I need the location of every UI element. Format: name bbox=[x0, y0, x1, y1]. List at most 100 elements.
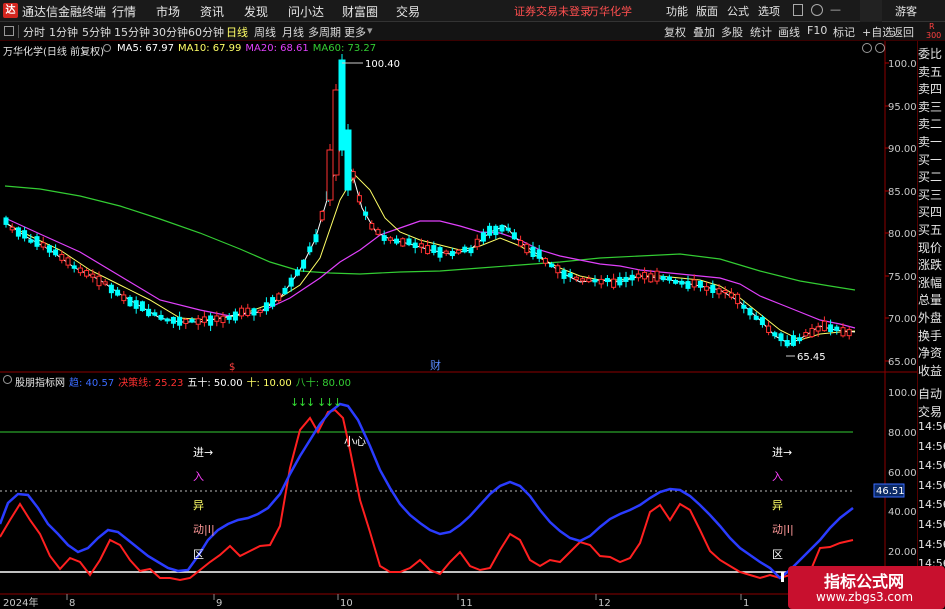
stock-name-link[interactable]: 万华化学 bbox=[588, 3, 632, 19]
menu-ask[interactable]: 问小达 bbox=[288, 3, 324, 20]
entry-label-5: 区 bbox=[193, 548, 204, 561]
quote-item[interactable]: 委比 bbox=[918, 45, 945, 62]
btn-f10[interactable]: F10 bbox=[807, 24, 827, 37]
quote-item[interactable]: 卖一 bbox=[918, 133, 945, 150]
dividend-marker[interactable]: $ bbox=[229, 362, 235, 373]
candle-body bbox=[282, 287, 288, 295]
candle-body bbox=[580, 278, 586, 282]
period-5min[interactable]: 5分钟 bbox=[82, 24, 111, 40]
quote-item[interactable]: 买五 bbox=[918, 221, 945, 238]
period-15min[interactable]: 15分钟 bbox=[114, 24, 150, 40]
price-chart[interactable]: 100.0 95.00 90.00 85.00 80.00 75.00 70.00 65.00… bbox=[0, 41, 917, 609]
candle-body bbox=[728, 292, 734, 298]
btn-stats[interactable]: 统计 bbox=[750, 24, 772, 40]
tick-time: 14:56 bbox=[918, 459, 945, 473]
candle-body bbox=[741, 304, 747, 309]
menu-quotes[interactable]: 行情 bbox=[112, 3, 136, 20]
btn-back[interactable]: 返回 bbox=[892, 24, 914, 40]
menu-market[interactable]: 市场 bbox=[156, 3, 180, 20]
tick-time: 14:56 bbox=[918, 498, 945, 512]
btn-add-favorite[interactable]: +自选 bbox=[862, 24, 893, 40]
quote-item[interactable]: 涨幅 bbox=[918, 274, 945, 291]
chevron-down-icon[interactable]: ▾ bbox=[367, 24, 373, 37]
menu-wealth[interactable]: 财富圈 bbox=[342, 3, 378, 20]
quote-item[interactable]: 买四 bbox=[918, 203, 945, 220]
settings-icon[interactable] bbox=[103, 44, 111, 52]
period-multi[interactable]: 多周期 bbox=[308, 24, 341, 40]
candle-body bbox=[102, 281, 108, 285]
quote-item[interactable]: 卖五 bbox=[918, 63, 945, 80]
candle-body bbox=[598, 278, 604, 285]
ma20-label: MA20: 68.61 bbox=[245, 43, 309, 54]
period-daily[interactable]: 日线 bbox=[226, 24, 248, 40]
period-more[interactable]: 更多 bbox=[344, 24, 366, 40]
quote-item[interactable]: 卖四 bbox=[918, 80, 945, 97]
btn-multistock[interactable]: 多股 bbox=[721, 24, 743, 40]
period-60min[interactable]: 60分钟 bbox=[188, 24, 224, 40]
candle-body bbox=[753, 315, 759, 320]
candle-body bbox=[158, 314, 164, 320]
quote-trade[interactable]: 交易 bbox=[918, 403, 945, 420]
candle-body bbox=[784, 340, 790, 347]
quote-item[interactable]: 买二 bbox=[918, 168, 945, 185]
quote-item[interactable]: 涨跌 bbox=[918, 256, 945, 273]
quote-item[interactable]: 收益 bbox=[918, 362, 945, 379]
candle-body bbox=[307, 246, 313, 253]
menu-discover[interactable]: 发现 bbox=[244, 3, 268, 20]
toggle-panel-icon[interactable] bbox=[4, 26, 14, 36]
finance-marker[interactable]: 财 bbox=[430, 358, 441, 372]
quote-item[interactable]: 买一 bbox=[918, 151, 945, 168]
quote-auto[interactable]: 自动 bbox=[918, 385, 945, 402]
ma20-line bbox=[4, 217, 856, 329]
period-30min[interactable]: 30分钟 bbox=[152, 24, 188, 40]
login-status-link[interactable]: 证券交易未登录 bbox=[514, 3, 591, 19]
menu-options[interactable]: 选项 bbox=[758, 3, 780, 19]
menu-layout[interactable]: 版面 bbox=[696, 3, 718, 19]
period-monthly[interactable]: 月线 bbox=[282, 24, 304, 40]
candle-body bbox=[71, 265, 77, 269]
menu-function[interactable]: 功能 bbox=[666, 3, 688, 19]
candle-body bbox=[480, 232, 486, 242]
ma5-label: MA5: 67.97 bbox=[117, 43, 175, 54]
candle-body bbox=[648, 273, 654, 283]
menu-formula[interactable]: 公式 bbox=[727, 3, 749, 19]
entry-label-r3: 异 bbox=[772, 499, 783, 512]
quote-item[interactable]: 换手 bbox=[918, 327, 945, 344]
candle-body bbox=[735, 293, 741, 305]
period-1min[interactable]: 1分钟 bbox=[49, 24, 78, 40]
btn-overlay[interactable]: 叠加 bbox=[693, 24, 715, 40]
candle-body bbox=[127, 296, 133, 307]
period-intraday[interactable]: 分时 bbox=[23, 24, 45, 40]
indicator-name[interactable]: 股朋指标网 bbox=[15, 378, 65, 389]
indicator-settings-icon[interactable] bbox=[3, 375, 12, 384]
quote-item[interactable]: 卖二 bbox=[918, 115, 945, 132]
candle-body bbox=[84, 270, 90, 277]
minimize-icon[interactable]: — bbox=[830, 3, 841, 16]
zoom-in-icon[interactable] bbox=[875, 43, 885, 53]
user-icon[interactable] bbox=[811, 4, 823, 16]
lock-icon[interactable] bbox=[793, 4, 803, 16]
quote-item[interactable]: 净资 bbox=[918, 344, 945, 361]
candle-body bbox=[356, 195, 362, 203]
zoom-out-icon[interactable] bbox=[862, 43, 872, 53]
btn-mark[interactable]: 标记 bbox=[833, 24, 855, 40]
menu-news[interactable]: 资讯 bbox=[200, 3, 224, 20]
candle-body bbox=[350, 171, 356, 179]
guest-label[interactable]: 游客 bbox=[895, 3, 917, 19]
quote-item[interactable]: 买三 bbox=[918, 186, 945, 203]
signal-arrows: ↓↓↓ ↓↓↓ bbox=[290, 396, 342, 409]
menu-trade[interactable]: 交易 bbox=[396, 3, 420, 20]
period-weekly[interactable]: 周线 bbox=[254, 24, 276, 40]
svg-text:↓: ↓ bbox=[306, 396, 315, 409]
candle-body bbox=[220, 315, 226, 324]
candle-body bbox=[685, 281, 691, 289]
candle-body bbox=[487, 225, 493, 236]
quote-item[interactable]: 总量 bbox=[918, 291, 945, 308]
quote-item[interactable]: 外盘 bbox=[918, 309, 945, 326]
watermark-badge: 指标公式网 www.zbgs3.com bbox=[788, 566, 945, 609]
quote-item[interactable]: 卖三 bbox=[918, 98, 945, 115]
indicator-axis: 100.0 80.00 60.00 40.00 20.00 bbox=[888, 388, 917, 558]
btn-draw[interactable]: 画线 bbox=[778, 24, 800, 40]
btn-adjust[interactable]: 复权 bbox=[664, 24, 686, 40]
quote-item[interactable]: 现价 bbox=[918, 239, 945, 256]
